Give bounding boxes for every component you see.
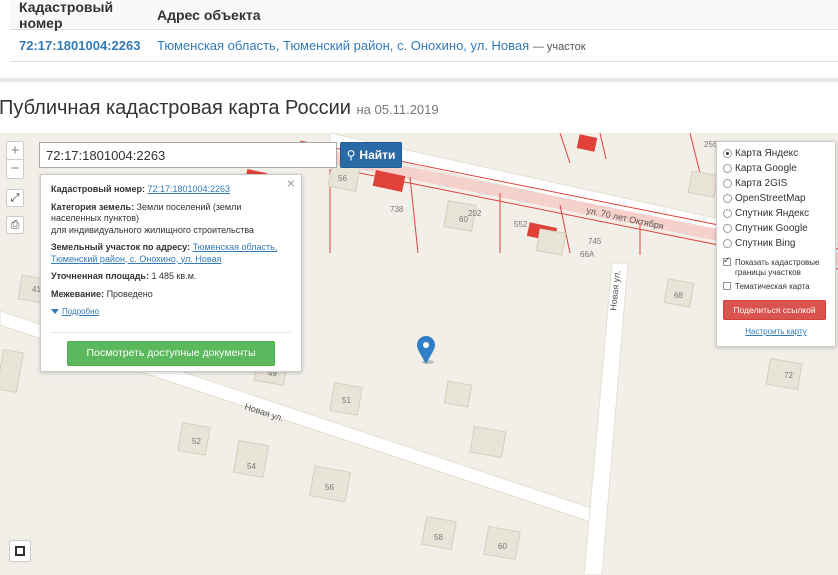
radio-icon[interactable] [723,149,732,158]
layer-option[interactable]: Карта Google [723,161,829,176]
location-pin-icon[interactable] [417,336,435,364]
header-cadastral-number: Кадастровый номер [19,0,114,31]
checkbox-icon[interactable] [723,255,731,266]
search-icon: ⚲ [346,148,356,162]
header-address: Адрес объекта [157,6,261,23]
search-input[interactable] [39,142,337,168]
info-number-link[interactable]: 72:17:1801004:2263 [147,184,230,194]
zoom-in-button[interactable]: + [7,142,23,160]
info-category: Категория земель: Земли поселений (земли… [51,201,255,235]
house-number: 552 [514,220,528,229]
checkbox-icon[interactable] [723,282,731,290]
info-survey: Межевание: Проведено [51,288,153,299]
page-title-text: Публичная кадастровая карта России [0,97,351,119]
row-address-link[interactable]: Тюменская область, Тюменский район, с. О… [157,38,529,53]
house-number: 745 [588,237,602,246]
search-button[interactable]: ⚲ Найти [340,142,402,168]
house-number: 56 [325,483,334,492]
cadastral-borders-checkbox[interactable]: Показать кадастровые границы участков [723,255,829,278]
house-number: 68 [674,291,683,300]
parcel-info-popup: × Кадастровый номер: 72:17:1801004:2263 … [40,174,302,372]
table-row[interactable]: 72:17:1801004:2263 Тюменская область, Тю… [10,30,838,61]
map-layers-panel: Карта Яндекс Карта Google Карта 2GIS Ope… [716,141,836,347]
house-number: 51 [342,396,351,405]
print-icon[interactable]: ⎙ [6,216,24,234]
more-details-link[interactable]: Подробно [51,306,291,318]
divider [51,332,291,333]
radio-icon[interactable] [723,179,732,188]
objects-table: Кадастровый номер Адрес объекта 72:17:18… [10,0,838,62]
cadastral-map[interactable]: 56 738 60 202 552 745 66А 68 41 49 51 72… [0,133,838,575]
close-icon[interactable]: × [287,176,295,189]
house-number: 56 [338,174,347,183]
layer-option[interactable]: Карта Яндекс [723,146,829,161]
house-number: 58 [434,533,443,542]
table-header: Кадастровый номер Адрес объекта [10,0,838,31]
page-title: Публичная кадастровая карта России на 05… [0,97,439,120]
radio-icon[interactable] [723,209,732,218]
radio-icon[interactable] [723,164,732,173]
house-number: 54 [247,462,256,471]
layer-option[interactable]: Карта 2GIS [723,176,829,191]
radio-icon[interactable] [723,239,732,248]
info-address: Земельный участок по адресу: Тюменская о… [51,242,278,264]
house-number: 52 [192,437,201,446]
layer-option[interactable]: OpenStreetMap [723,191,829,206]
radio-icon[interactable] [723,224,732,233]
fullscreen-icon[interactable] [9,540,31,562]
house-number: 72 [784,371,793,380]
expand-icon[interactable]: ⤢ [6,189,24,207]
house-number: 202 [468,209,482,218]
share-link-button[interactable]: Поделиться ссылкой [723,300,826,320]
configure-map-link[interactable]: Настроить карту [723,327,829,336]
layer-option[interactable]: Спутник Google [723,221,829,236]
info-area: Уточненная площадь: 1 485 кв.м. [51,271,197,281]
zoom-control: + − [6,141,24,179]
row-cadastral-number-link[interactable]: 72:17:1801004:2263 [10,38,157,53]
page-title-date: на 05.11.2019 [356,102,439,117]
layer-option[interactable]: Спутник Яндекс [723,206,829,221]
separator [0,78,838,82]
radio-icon[interactable] [723,194,732,203]
row-object-type: — участок [532,41,586,53]
thematic-map-checkbox[interactable]: Тематическая карта [723,282,829,292]
house-number: 60 [498,542,507,551]
row-address: Тюменская область, Тюменский район, с. О… [157,38,586,53]
zoom-out-button[interactable]: − [7,160,23,178]
info-number: Кадастровый номер: 72:17:1801004:2263 [51,184,231,194]
view-documents-button[interactable]: Посмотреть доступные документы [67,341,275,366]
search-button-label: Найти [359,148,396,162]
layer-option[interactable]: Спутник Bing [723,236,829,251]
house-number: 66А [580,250,595,259]
chevron-down-icon [51,309,59,315]
house-number: 738 [390,205,404,214]
